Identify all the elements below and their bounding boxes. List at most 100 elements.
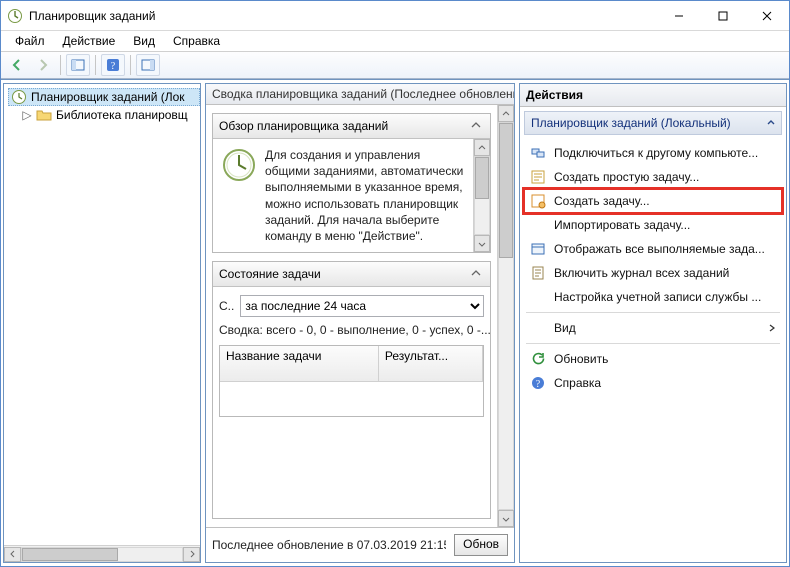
tree-node-root[interactable]: Планировщик заданий (Лок [8, 88, 200, 106]
menu-view[interactable]: Вид [125, 32, 163, 50]
help-icon: ? [530, 375, 546, 391]
actions-separator [526, 312, 780, 313]
status-section: Состояние задачи С.. за последние 24 час… [212, 261, 491, 519]
collapse-icon[interactable] [468, 266, 484, 282]
back-button[interactable] [5, 54, 29, 76]
actions-group-label: Планировщик заданий (Локальный) [531, 116, 731, 130]
details-header: Сводка планировщика заданий (Последнее о… [206, 84, 514, 105]
scroll-track[interactable] [498, 122, 514, 510]
scroll-thumb[interactable] [22, 548, 118, 561]
tree-node-library[interactable]: ▷ Библиотека планировщ [8, 106, 200, 124]
titlebar: Планировщик заданий [1, 1, 789, 31]
folder-icon [36, 107, 52, 123]
forward-button[interactable] [31, 54, 55, 76]
window-controls [657, 1, 789, 31]
close-button[interactable] [745, 1, 789, 31]
menu-bar: Файл Действие Вид Справка [1, 31, 789, 51]
none-icon [530, 320, 546, 336]
action-label: Обновить [554, 352, 608, 366]
log-icon [530, 265, 546, 281]
status-filter-select[interactable]: за последние 24 часа [240, 295, 484, 317]
action-label: Настройка учетной записи службы ... [554, 290, 761, 304]
last-refresh-text: Последнее обновление в 07.03.2019 21:15:… [212, 538, 446, 552]
action-item[interactable]: Настройка учетной записи службы ... [524, 285, 782, 309]
tree-pane: Планировщик заданий (Лок ▷ Библиотека пл… [3, 83, 201, 563]
action-item[interactable]: Отображать все выполняемые зада... [524, 237, 782, 261]
action-item[interactable]: Создать задачу... [524, 189, 782, 213]
action-label: Создать задачу... [554, 194, 650, 208]
menu-file[interactable]: Файл [7, 32, 53, 50]
overview-title: Обзор планировщика заданий [219, 119, 388, 133]
status-title: Состояние задачи [219, 267, 321, 281]
tree-expander-icon[interactable]: ▷ [22, 108, 32, 122]
action-item[interactable]: Подключиться к другому компьюте... [524, 141, 782, 165]
status-summary: Сводка: всего - 0, 0 - выполнение, 0 - у… [213, 321, 490, 339]
menu-help[interactable]: Справка [165, 32, 228, 50]
action-item[interactable]: Включить журнал всех заданий [524, 261, 782, 285]
toolbar-separator [130, 55, 131, 75]
scroll-track[interactable] [474, 156, 490, 235]
action-label: Подключиться к другому компьюте... [554, 146, 758, 160]
action-label: Импортировать задачу... [554, 218, 690, 232]
status-filter-label: С.. [219, 299, 234, 313]
action-label: Создать простую задачу... [554, 170, 699, 184]
svg-text:?: ? [111, 61, 116, 72]
refresh-button[interactable]: Обнов [454, 534, 508, 556]
task-status-list[interactable]: Название задачи Результат... [219, 345, 484, 417]
toolbar-separator [95, 55, 96, 75]
column-result[interactable]: Результат... [379, 346, 483, 381]
tree-root-label: Планировщик заданий (Лок [31, 90, 185, 104]
running-icon [530, 241, 546, 257]
action-item[interactable]: Импортировать задачу... [524, 213, 782, 237]
action-item[interactable]: Обновить [524, 347, 782, 371]
minimize-button[interactable] [657, 1, 701, 31]
overview-header[interactable]: Обзор планировщика заданий [213, 114, 490, 139]
action-label: Включить журнал всех заданий [554, 266, 729, 280]
collapse-icon[interactable] [468, 118, 484, 134]
scroll-right-icon[interactable] [183, 547, 200, 562]
action-label: Справка [554, 376, 601, 390]
toolbar-separator [60, 55, 61, 75]
details-footer: Последнее обновление в 07.03.2019 21:15:… [206, 527, 514, 562]
actions-list: Подключиться к другому компьюте... Создат… [520, 139, 786, 401]
column-task-name[interactable]: Название задачи [220, 346, 379, 381]
clock-large-icon [221, 147, 257, 183]
scroll-down-icon[interactable] [498, 510, 514, 527]
maximize-button[interactable] [701, 1, 745, 31]
action-label: Отображать все выполняемые зада... [554, 242, 765, 256]
app-icon [7, 8, 23, 24]
overview-scrollbar[interactable] [473, 139, 490, 252]
actions-separator [526, 343, 780, 344]
action-label: Вид [554, 321, 576, 335]
action-item[interactable]: Создать простую задачу... [524, 165, 782, 189]
actions-pane: Действия Планировщик заданий (Локальный)… [519, 83, 787, 563]
show-hide-action-pane-button[interactable] [136, 54, 160, 76]
scroll-left-icon[interactable] [4, 547, 21, 562]
workspace: Планировщик заданий (Лок ▷ Библиотека пл… [1, 79, 789, 566]
window-title: Планировщик заданий [29, 9, 657, 23]
none-icon [530, 289, 546, 305]
refresh-icon [530, 351, 546, 367]
action-item[interactable]: ? Справка [524, 371, 782, 395]
show-hide-tree-button[interactable] [66, 54, 90, 76]
scroll-track[interactable] [21, 547, 183, 562]
status-header[interactable]: Состояние задачи [213, 262, 490, 287]
menu-action[interactable]: Действие [55, 32, 124, 50]
tree[interactable]: Планировщик заданий (Лок ▷ Библиотека пл… [4, 84, 200, 545]
help-toolbar-button[interactable]: ? [101, 54, 125, 76]
create-basic-icon [530, 169, 546, 185]
collapse-group-icon[interactable] [767, 119, 775, 127]
scroll-up-icon[interactable] [474, 139, 490, 156]
overview-description: Для создания и управления общими задания… [265, 147, 465, 244]
create-icon [530, 193, 546, 209]
scroll-down-icon[interactable] [474, 235, 490, 252]
scroll-thumb[interactable] [499, 123, 513, 258]
details-vertical-scrollbar[interactable] [497, 105, 514, 527]
tree-horizontal-scrollbar[interactable] [4, 545, 200, 562]
action-item[interactable]: Вид [524, 316, 782, 340]
scroll-up-icon[interactable] [498, 105, 514, 122]
scroll-thumb[interactable] [475, 157, 489, 199]
task-status-list-body [220, 382, 483, 417]
actions-group-title[interactable]: Планировщик заданий (Локальный) [524, 111, 782, 135]
svg-text:?: ? [536, 379, 541, 390]
